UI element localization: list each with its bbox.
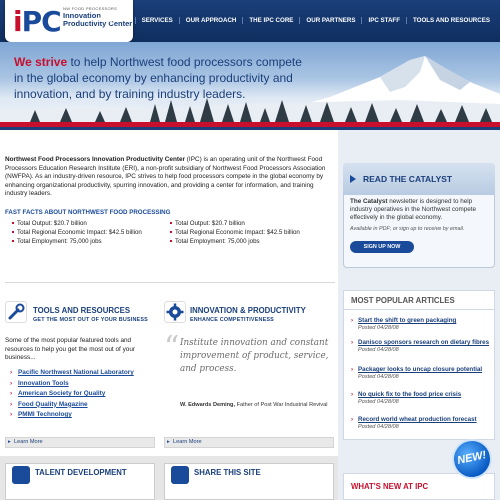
fact-item: Total Employment: 75,000 jobs — [170, 237, 300, 246]
fact-item: Total Regional Economic Impact: $42.5 bi… — [170, 228, 300, 237]
popular-divider — [343, 309, 495, 310]
wrench-icon — [5, 301, 27, 323]
fact-item: Total Employment: 75,000 jobs — [12, 237, 167, 246]
article-link[interactable]: Start the shift to green packaging — [350, 317, 492, 324]
article-date: Posted 04/28/08 — [358, 374, 399, 380]
share-icon — [171, 466, 189, 484]
nav-partners[interactable]: OUR PARTNERS — [299, 17, 361, 24]
deming-quote: Institute innovation and constant improv… — [180, 338, 329, 374]
catalyst-description: The Catalyst newsletter is designed to h… — [350, 198, 490, 222]
quote-mark-icon: “ — [164, 330, 180, 365]
nav-approach[interactable]: OUR APPROACH — [178, 17, 243, 24]
tool-link[interactable]: Food Quality Magazine — [10, 400, 160, 411]
article-link[interactable]: Danisco sponsors research on dietary fib… — [350, 339, 492, 346]
tools-subtitle: GET THE MOST OUT OF YOUR BUSINESS — [33, 317, 148, 323]
fast-facts-col-1: Total Output: $20.7 billion Total Region… — [12, 219, 167, 246]
tool-link[interactable]: PMMI Technology — [10, 410, 160, 421]
nav-services[interactable]: SERVICES — [134, 17, 179, 24]
fast-facts-title: FAST FACTS ABOUT NORTHWEST FOOD PROCESSI… — [5, 209, 171, 216]
quote-attribution: W. Edwards Deming, Father of Post War In… — [180, 401, 330, 409]
article-date: Posted 04/28/08 — [358, 399, 399, 405]
article-item: Record world wheat production forecast P… — [350, 416, 492, 430]
section-divider — [5, 282, 335, 283]
fact-item: Total Output: $20.7 billion — [12, 219, 167, 228]
article-date: Posted 04/28/08 — [358, 347, 399, 353]
tool-link[interactable]: American Society for Quality — [10, 389, 160, 400]
quote-author: W. Edwards Deming, — [180, 402, 236, 408]
innovation-subtitle: ENHANCE COMPETITIVENESS — [190, 317, 274, 323]
catalyst-name: The Catalyst — [350, 198, 388, 205]
share-title: SHARE THIS SITE — [194, 468, 261, 477]
people-icon — [12, 466, 30, 484]
tool-link[interactable]: Pacific Northwest National Laboratory — [10, 368, 160, 379]
nav-tools[interactable]: TOOLS AND RESOURCES — [405, 17, 496, 24]
article-item: No quick fix to the food price crisis Po… — [350, 391, 492, 405]
talent-title: TALENT DEVELOPMENT — [35, 468, 127, 477]
hero-banner: We strive to help Northwest food process… — [0, 42, 500, 122]
nav-staff[interactable]: IPC STAFF — [361, 17, 406, 24]
tools-learn-more-button[interactable]: Learn More — [5, 437, 155, 448]
nav-core[interactable]: THE IPC CORE — [242, 17, 299, 24]
gear-icon — [164, 301, 186, 323]
article-link[interactable]: No quick fix to the food price crisis — [350, 391, 492, 398]
arrow-right-icon — [350, 175, 356, 183]
article-item: Start the shift to green packaging Poste… — [350, 317, 492, 331]
article-item: Packager looks to uncap closure potentia… — [350, 366, 492, 380]
tool-link[interactable]: Innovation Tools — [10, 379, 160, 390]
popular-title: MOST POPULAR ARTICLES — [351, 296, 455, 305]
innovation-learn-more-button[interactable]: Learn More — [164, 437, 334, 448]
nav-about[interactable]: ABOUT IPC — [89, 17, 135, 24]
article-link[interactable]: Record world wheat production forecast — [350, 416, 492, 423]
innovation-title: INNOVATION & PRODUCTIVITY — [190, 306, 306, 315]
fact-item: Total Regional Economic Impact: $42.5 bi… — [12, 228, 167, 237]
article-date: Posted 04/28/08 — [358, 325, 399, 331]
whats-new-title: WHAT'S NEW AT IPC — [351, 482, 429, 491]
intro-org: Northwest Food Processors Innovation Pro… — [5, 156, 186, 163]
article-link[interactable]: Packager looks to uncap closure potentia… — [350, 366, 492, 373]
fact-item: Total Output: $20.7 billion — [170, 219, 300, 228]
tools-links: Pacific Northwest National Laboratory In… — [10, 368, 160, 421]
article-item: Danisco sponsors research on dietary fib… — [350, 339, 492, 353]
tools-title: TOOLS AND RESOURCES — [33, 306, 131, 315]
sign-up-button[interactable]: SIGN UP NOW — [350, 241, 414, 253]
article-date: Posted 04/28/08 — [358, 424, 399, 430]
logo-mark: iPC — [13, 5, 62, 38]
fast-facts-col-2: Total Output: $20.7 billion Total Region… — [170, 219, 300, 246]
catalyst-title[interactable]: READ THE CATALYST — [363, 174, 452, 184]
quote-author-title: Father of Post War Industrial Revival — [235, 402, 328, 408]
intro-paragraph: Northwest Food Processors Innovation Pro… — [5, 156, 335, 199]
hero-statement: We strive to help Northwest food process… — [14, 54, 314, 102]
main-nav: ABOUT IPC SERVICES OUR APPROACH THE IPC … — [89, 17, 496, 24]
catalyst-availability: Available in PDF; or sign up to receive … — [350, 226, 465, 232]
hero-accent: We strive — [14, 55, 68, 69]
tools-description: Some of the most popular featured tools … — [5, 337, 136, 361]
